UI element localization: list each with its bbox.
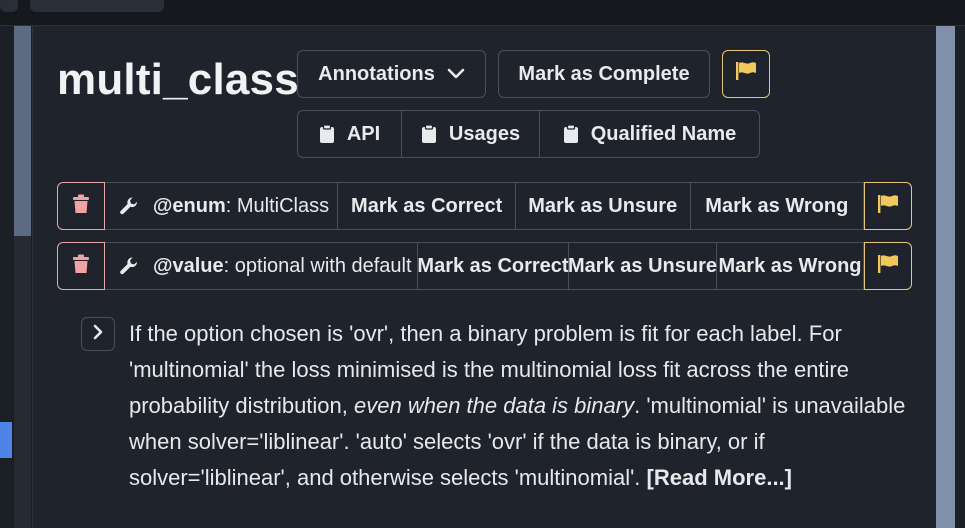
annotation-kind: @enum — [152, 194, 226, 217]
mark-as-unsure-button[interactable]: Mark as Unsure — [515, 182, 691, 230]
left-scrollbar-thumb[interactable] — [14, 26, 31, 236]
right-scrollbar[interactable] — [936, 26, 955, 528]
left-scrollbar-track[interactable] — [14, 236, 31, 528]
mark-as-wrong-button[interactable]: Mark as Wrong — [690, 182, 865, 230]
usages-label: Usages — [448, 122, 521, 145]
selection-marker — [0, 422, 12, 458]
read-more-link[interactable]: [Read More...] — [647, 465, 792, 490]
expand-description-button[interactable] — [81, 317, 115, 351]
annotation-name: @value: optional with default 'auto' — [105, 242, 418, 290]
annotation-value: : optional with default 'auto' — [223, 254, 417, 277]
annotations-label: Annotations — [318, 62, 435, 85]
wrench-icon — [119, 256, 139, 276]
annotation-row-value: @value: optional with default 'auto' Mar… — [57, 242, 912, 290]
clipboard-icon — [421, 124, 437, 144]
api-label: API — [346, 122, 381, 145]
mark-as-unsure-button[interactable]: Mark as Unsure — [568, 242, 717, 290]
flag-icon — [735, 61, 757, 87]
mark-as-complete-button[interactable]: Mark as Complete — [498, 50, 710, 98]
description-emphasis: even when the data is binary — [354, 393, 635, 418]
tab[interactable] — [30, 0, 164, 12]
mark-as-correct-button[interactable]: Mark as Correct — [338, 182, 516, 230]
annotation-name: @enum: MultiClass — [104, 182, 339, 230]
qualified-name-label: Qualified Name — [590, 122, 737, 145]
delete-annotation-button[interactable] — [57, 242, 105, 290]
usages-button[interactable]: Usages — [402, 111, 540, 157]
info-button-group: API Usages Qualified Name — [297, 110, 760, 158]
api-button[interactable]: API — [298, 111, 402, 157]
trash-icon — [72, 254, 90, 279]
flag-button[interactable] — [722, 50, 770, 98]
description-text: If the option chosen is 'ovr', then a bi… — [129, 316, 919, 496]
annotation-row-enum: @enum: MultiClass Mark as Correct Mark a… — [57, 182, 912, 230]
clipboard-icon — [563, 124, 579, 144]
clipboard-icon — [319, 124, 335, 144]
annotation-value: : MultiClass — [225, 194, 330, 217]
page-title: multi_class — [57, 55, 299, 104]
flag-annotation-button[interactable] — [864, 182, 912, 230]
qualified-name-button[interactable]: Qualified Name — [540, 111, 759, 157]
mark-as-wrong-button[interactable]: Mark as Wrong — [717, 242, 864, 290]
annotations-dropdown-button[interactable]: Annotations — [297, 50, 486, 98]
chevron-right-icon — [92, 324, 104, 345]
top-bar — [0, 0, 965, 26]
flag-annotation-button[interactable] — [864, 242, 912, 290]
wrench-icon — [119, 196, 139, 216]
chevron-down-icon — [447, 68, 465, 80]
annotation-kind: @value — [153, 254, 224, 277]
flag-icon — [877, 254, 899, 279]
tab[interactable] — [0, 0, 18, 12]
trash-icon — [72, 194, 90, 219]
delete-annotation-button[interactable] — [57, 182, 105, 230]
mark-as-correct-button[interactable]: Mark as Correct — [417, 242, 569, 290]
flag-icon — [877, 194, 899, 219]
